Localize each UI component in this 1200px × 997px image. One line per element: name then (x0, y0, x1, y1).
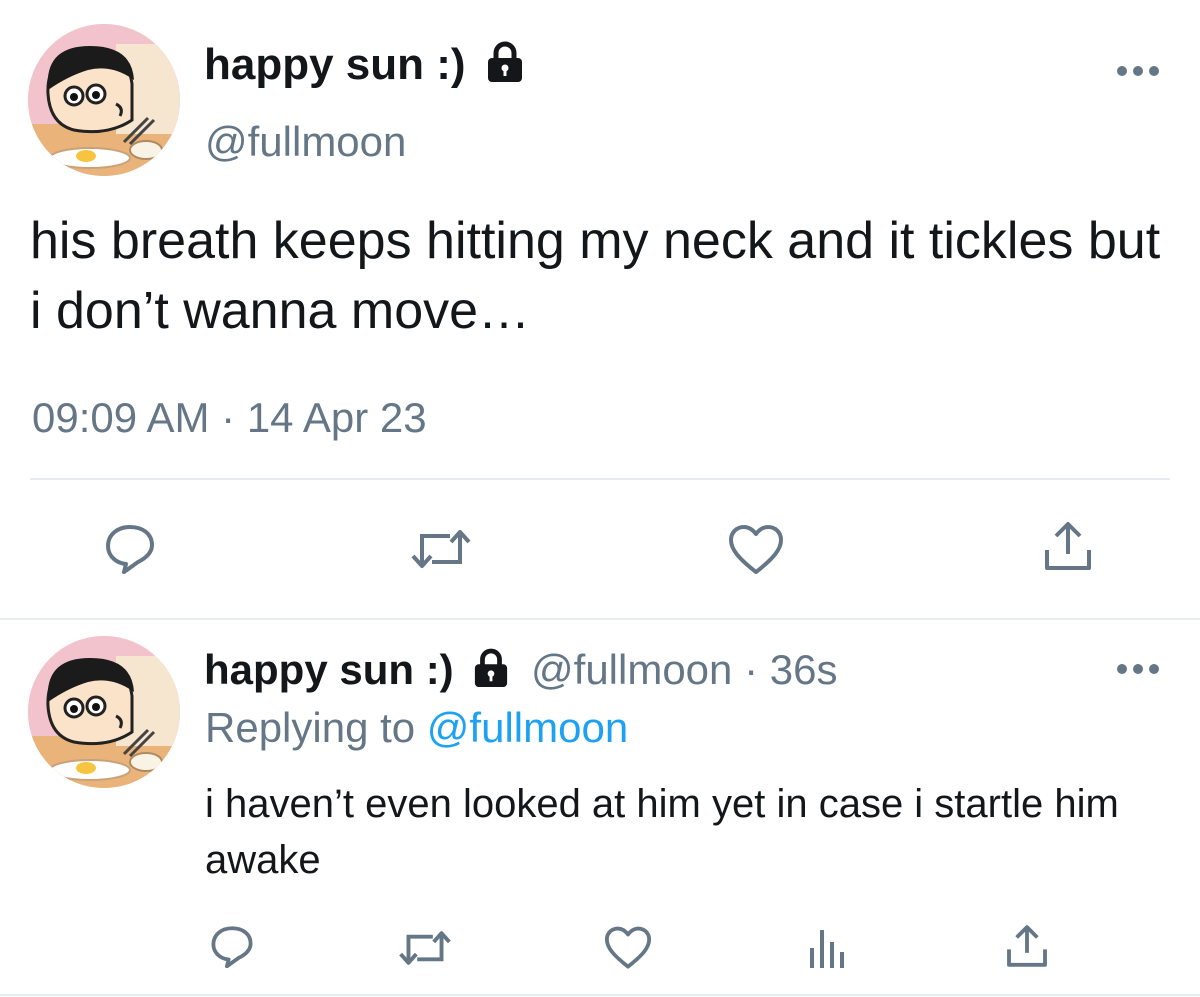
lock-icon (486, 41, 524, 94)
retweet-icon[interactable] (410, 526, 472, 577)
timestamp-separator: · (221, 394, 236, 441)
display-name[interactable]: happy sun :) (204, 646, 454, 693)
handle[interactable]: @fullmoon (531, 646, 732, 693)
display-name[interactable]: happy sun :) (204, 40, 524, 94)
like-icon[interactable] (728, 524, 784, 581)
retweet-icon[interactable] (398, 928, 452, 973)
share-icon[interactable] (1004, 922, 1050, 975)
avatar-image (28, 24, 180, 176)
timestamp[interactable]: 09:09 AM · 14 Apr 23 (32, 394, 427, 442)
replying-to-handle[interactable]: @fullmoon (427, 704, 628, 751)
lock-icon (473, 648, 509, 698)
avatar[interactable] (28, 636, 180, 788)
divider (30, 478, 1170, 480)
replying-to: Replying to @fullmoon (205, 704, 628, 752)
tweet-date: 14 Apr 23 (246, 394, 427, 441)
analytics-icon[interactable] (808, 926, 848, 975)
avatar[interactable] (28, 24, 180, 176)
reply-text: i haven’t even looked at him yet in case… (205, 782, 1119, 882)
divider (0, 994, 1200, 996)
reply-header: happy sun :) @fullmoon · 36s (204, 646, 837, 698)
more-options-icon[interactable] (1116, 64, 1160, 83)
more-options-icon[interactable] (1116, 662, 1160, 681)
separator: · (744, 646, 759, 693)
share-icon[interactable] (1042, 518, 1094, 579)
tweet-time: 09:09 AM (32, 394, 210, 441)
like-icon[interactable] (604, 926, 652, 975)
avatar-image (28, 636, 180, 788)
reply-icon[interactable] (210, 924, 254, 973)
replying-to-label: Replying to (205, 704, 416, 751)
handle[interactable]: @fullmoon (205, 118, 406, 166)
divider (0, 618, 1200, 620)
tweet-text: his breath keeps hitting my neck and it … (30, 212, 1161, 340)
display-name-text: happy sun :) (204, 40, 466, 89)
reply-icon[interactable] (104, 522, 156, 579)
tweet-age: 36s (769, 646, 838, 693)
